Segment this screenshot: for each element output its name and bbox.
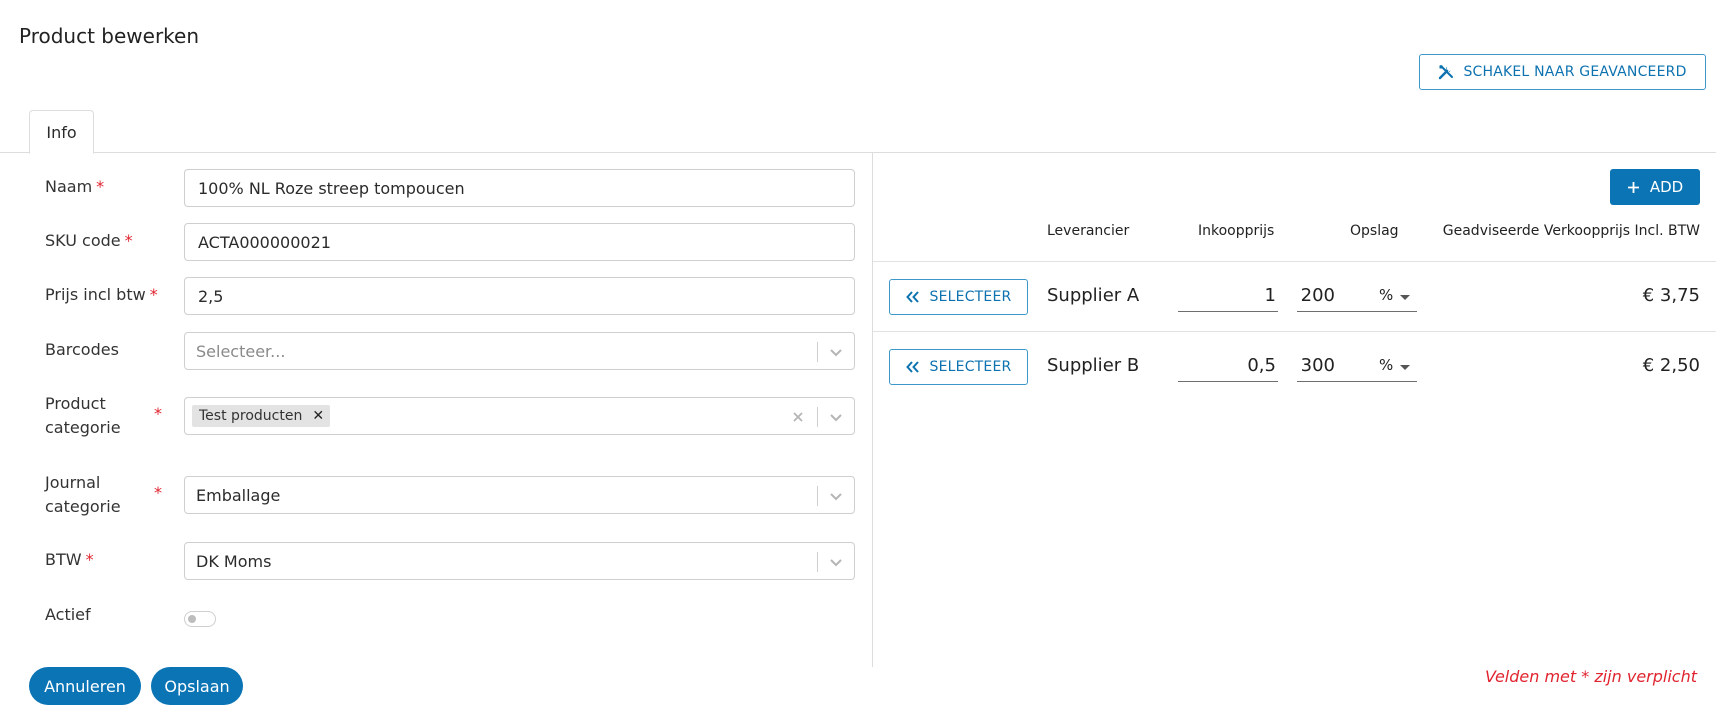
naam-input[interactable]: 100% NL Roze streep tompoucen [184,169,855,207]
switch-advanced-label: SCHAKEL NAAR GEAVANCEERD [1463,64,1687,80]
header-inkoopprijs: Inkoopprijs [1198,223,1275,239]
double-chevron-left-icon [905,291,919,303]
select-separator [817,407,818,427]
unit-dropdown-icon[interactable] [1400,365,1410,370]
prijs-label: Prijs incl btw * [45,285,158,304]
add-label: ADD [1649,178,1684,196]
select-label: SELECTEER [929,359,1012,375]
journal-categorie-select[interactable]: Emballage [184,476,855,514]
sku-input[interactable]: ACTA000000021 [184,223,855,261]
add-supplier-button[interactable]: ADD [1610,169,1700,205]
table-row-divider [873,331,1716,332]
advised-price: € 3,75 [1642,285,1700,306]
tools-icon [1439,65,1454,80]
chip-label: Test producten [199,408,303,424]
clear-icon[interactable] [791,410,805,424]
required-fields-note: Velden met * zijn verplicht [1484,667,1697,686]
plus-icon [1627,181,1639,193]
supplier-name: Supplier A [1047,285,1140,306]
journal-categorie-label: Journal categorie [45,473,121,516]
btw-value: DK Moms [196,551,272,571]
inkoopprijs-input[interactable]: 0,5 [1178,350,1278,382]
opslag-value: 200 [1300,285,1335,306]
actief-toggle[interactable] [184,611,216,627]
toggle-knob [188,615,196,623]
panel-divider [872,153,873,667]
btw-label: BTW * [45,550,94,569]
select-separator [817,342,818,362]
select-separator [817,552,818,572]
opslag-value: 300 [1300,355,1335,376]
journal-categorie-required: * [154,483,162,502]
actief-label: Actief [45,605,91,624]
opslag-unit: % [1379,356,1394,374]
switch-advanced-button[interactable]: SCHAKEL NAAR GEAVANCEERD [1419,54,1706,90]
opslag-unit: % [1379,286,1394,304]
chip-remove-icon[interactable]: ✕ [312,408,324,424]
cancel-button[interactable]: Annuleren [29,667,141,705]
barcodes-label: Barcodes [45,340,119,359]
select-supplier-a-button[interactable]: SELECTEER [889,279,1028,315]
chevron-down-icon[interactable] [829,345,843,359]
category-chip: Test producten ✕ [192,405,331,427]
double-chevron-left-icon [905,361,919,373]
chevron-down-icon[interactable] [829,555,843,569]
tab-info[interactable]: Info [29,110,94,154]
chevron-down-icon[interactable] [829,410,843,424]
product-categorie-required: * [154,404,162,423]
unit-dropdown-icon[interactable] [1400,295,1410,300]
btw-select[interactable]: DK Moms [184,542,855,580]
opslag-field[interactable]: 300 [1297,350,1417,382]
product-categorie-select[interactable]: Test producten ✕ [184,397,855,435]
inkoopprijs-input[interactable]: 1 [1178,280,1278,312]
prijs-input[interactable]: 2,5 [184,277,855,315]
barcodes-select[interactable]: Selecteer... [184,332,855,370]
journal-categorie-value: Emballage [196,485,281,505]
advised-price: € 2,50 [1642,355,1700,376]
product-categorie-label: Product categorie [45,394,121,437]
page-title: Product bewerken [19,24,200,48]
chevron-down-icon[interactable] [829,489,843,503]
tab-bar: Info [0,110,1716,154]
header-verkoopprijs: Geadviseerde Verkoopprijs Incl. BTW [1442,223,1700,239]
header-opslag: Opslag [1350,223,1399,239]
opslag-field[interactable]: 200 [1297,280,1417,312]
barcodes-placeholder: Selecteer... [196,341,286,361]
select-separator [817,486,818,506]
table-row-divider [873,261,1716,262]
naam-label: Naam * [45,177,105,196]
header-leverancier: Leverancier [1047,223,1130,239]
save-button[interactable]: Opslaan [151,667,243,705]
supplier-name: Supplier B [1047,355,1140,376]
sku-label: SKU code * [45,231,133,250]
select-label: SELECTEER [929,289,1012,305]
select-supplier-b-button[interactable]: SELECTEER [889,349,1028,385]
